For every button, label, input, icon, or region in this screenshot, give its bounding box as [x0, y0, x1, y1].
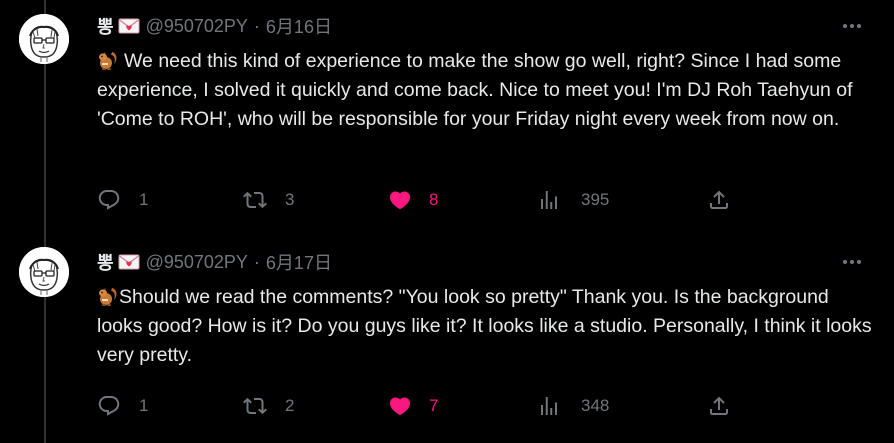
tweet-text: Should we read the comments? "You look s… [97, 286, 872, 366]
share-button[interactable] [707, 185, 731, 215]
love-letter-icon [118, 18, 140, 34]
more-dots-icon [843, 24, 861, 28]
avatar[interactable] [19, 14, 69, 64]
reply-button[interactable]: 1 [97, 185, 148, 215]
share-button[interactable] [707, 391, 731, 421]
like-count: 7 [429, 396, 439, 415]
tweet-actions: 1 3 8 395 [97, 185, 747, 215]
retweet-button[interactable]: 2 [243, 391, 294, 421]
more-options-button[interactable] [840, 250, 864, 274]
user-handle[interactable]: @950702PY [146, 252, 248, 273]
separator-dot: · [253, 15, 260, 36]
views-button[interactable]: 348 [537, 391, 609, 421]
tweet-text: We need this kind of experience to make … [97, 50, 853, 130]
heart-filled-icon [389, 191, 411, 210]
avatar-sketch-face-icon [19, 14, 69, 64]
tweet-actions: 1 2 7 348 [97, 391, 747, 421]
retweet-icon [243, 191, 267, 209]
share-upload-icon [710, 190, 728, 209]
tweet-date[interactable]: 6月16日 [266, 13, 332, 39]
reply-count: 1 [139, 190, 149, 209]
tweet-header: 뽕 @950702PY · 6月17日 [97, 250, 332, 274]
avatar[interactable] [19, 247, 69, 297]
reply-icon [98, 396, 120, 416]
share-upload-icon [710, 396, 728, 415]
separator-dot: · [253, 251, 260, 272]
tweet-body: Should we read the comments? "You look s… [97, 283, 877, 370]
tweet[interactable]: 뽕 @950702PY · 6月16日 We need this kind of… [0, 0, 894, 236]
user-handle[interactable]: @950702PY [146, 16, 248, 37]
display-name[interactable]: 뽕 [97, 249, 114, 275]
reply-button[interactable]: 1 [97, 391, 148, 421]
like-button[interactable]: 7 [388, 391, 438, 421]
more-options-button[interactable] [840, 14, 864, 38]
retweet-icon [243, 397, 267, 415]
retweet-count: 3 [285, 190, 295, 209]
like-count: 8 [429, 190, 439, 209]
avatar-sketch-face-icon [19, 247, 69, 297]
tweet-date[interactable]: 6月17日 [266, 249, 332, 275]
more-dots-icon [843, 260, 861, 264]
heart-filled-icon [389, 397, 411, 416]
display-name[interactable]: 뽕 [97, 13, 114, 39]
views-count: 348 [581, 396, 610, 415]
tweet-header: 뽕 @950702PY · 6月16日 [97, 14, 332, 38]
views-button[interactable]: 395 [537, 185, 609, 215]
views-count: 395 [581, 190, 610, 209]
reply-icon [98, 190, 120, 210]
love-letter-icon [118, 254, 140, 270]
chipmunk-icon [97, 49, 119, 71]
retweet-count: 2 [285, 396, 295, 415]
reply-count: 1 [139, 396, 149, 415]
chipmunk-icon [97, 285, 119, 307]
views-bar-chart-icon [541, 191, 557, 209]
views-bar-chart-icon [541, 397, 557, 415]
retweet-button[interactable]: 3 [243, 185, 294, 215]
tweet-body: We need this kind of experience to make … [97, 47, 877, 134]
like-button[interactable]: 8 [388, 185, 438, 215]
tweet[interactable]: 뽕 @950702PY · 6月17日 Should we read the c… [0, 236, 894, 443]
